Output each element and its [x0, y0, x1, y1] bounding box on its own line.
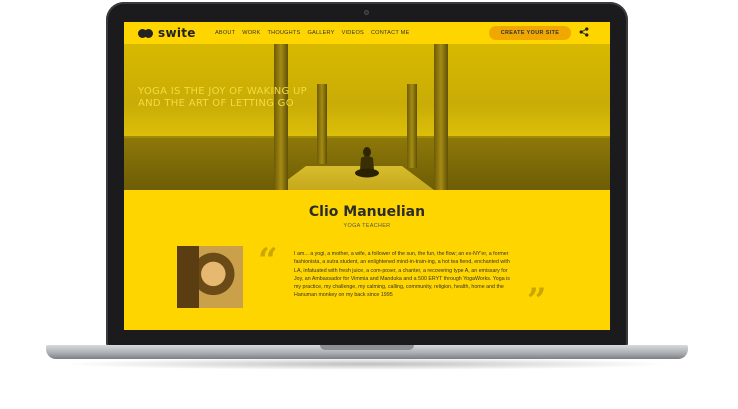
- close-quote-icon: ”: [527, 281, 547, 321]
- menu-item-work[interactable]: WORK: [242, 30, 260, 36]
- profile-bio: I am... a yogi, a mother, a wife, a foll…: [294, 251, 510, 299]
- menu-item-thoughts[interactable]: THOUGHTS: [267, 30, 300, 36]
- main-menu: ABOUT WORK THOUGHTS GALLERY VIDEOS CONTA…: [215, 30, 409, 36]
- pier-post: [317, 84, 327, 164]
- create-site-button[interactable]: CREATE YOUR SITE: [489, 26, 571, 40]
- yoga-person-figure: [355, 147, 379, 178]
- pier-post: [434, 44, 448, 190]
- profile-name: Clio Manuelian: [308, 204, 426, 220]
- website-screen: swite ABOUT WORK THOUGHTS GALLERY VIDEOS…: [124, 22, 610, 330]
- hero-headline-line-2: AND THE ART OF LETTING GO: [138, 98, 294, 109]
- logo[interactable]: swite: [138, 26, 196, 40]
- hero-banner: YOGA IS THE JOY OF WAKING UP AND THE ART…: [124, 44, 610, 190]
- hero-headline: YOGA IS THE JOY OF WAKING UP AND THE ART…: [138, 86, 307, 110]
- logo-text: swite: [158, 26, 196, 40]
- logo-mark-icon: [138, 28, 154, 39]
- hero-headline-line-1: YOGA IS THE JOY OF WAKING UP: [138, 86, 308, 97]
- pier-post: [407, 84, 417, 168]
- open-quote-icon: “: [258, 241, 278, 281]
- profile-role: YOGA TEACHER: [343, 223, 391, 229]
- share-icon[interactable]: [579, 27, 589, 37]
- menu-item-contact[interactable]: CONTACT ME: [371, 30, 409, 36]
- pier-post: [274, 44, 288, 190]
- menu-item-videos[interactable]: VIDEOS: [342, 30, 364, 36]
- menu-item-about[interactable]: ABOUT: [215, 30, 235, 36]
- top-navigation: swite ABOUT WORK THOUGHTS GALLERY VIDEOS…: [124, 22, 610, 44]
- camera-icon: [364, 10, 369, 15]
- laptop-base-notch: [320, 345, 414, 350]
- laptop-shadow: [60, 358, 674, 370]
- avatar: [177, 246, 243, 308]
- menu-item-gallery[interactable]: GALLERY: [307, 30, 334, 36]
